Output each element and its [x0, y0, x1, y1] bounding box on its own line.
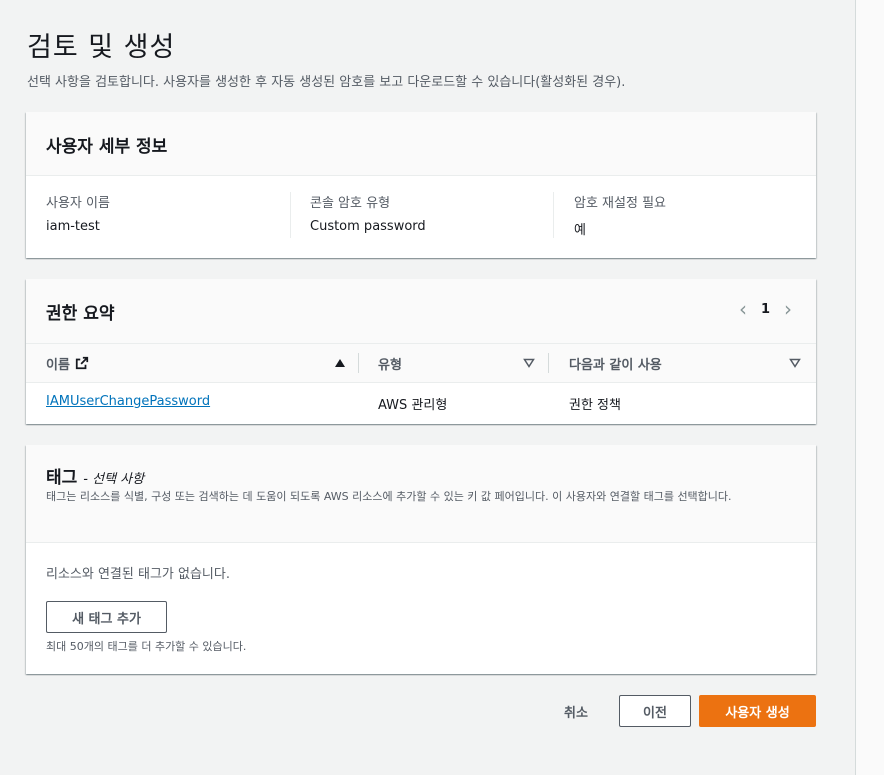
sort-descending-icon[interactable]	[789, 344, 801, 382]
detail-username: 사용자 이름 iam-test	[46, 192, 110, 240]
column-header-type[interactable]: 유형	[378, 344, 402, 382]
policy-link[interactable]: IAMUserChangePassword	[46, 394, 210, 409]
user-details-title: 사용자 세부 정보	[46, 137, 168, 157]
tags-header: 태그 - 선택 사항 태그는 리소스를 식별, 구성 또는 검색하는 데 도움이…	[26, 445, 816, 543]
detail-label: 사용자 이름	[46, 196, 110, 211]
page-title: 검토 및 생성	[27, 32, 176, 63]
table-header: 이름 유형 다음과 같이 사용	[26, 343, 816, 383]
column-header-label: 다음과 같이 사용	[569, 357, 662, 373]
detail-value: 예	[574, 223, 586, 238]
sort-descending-icon[interactable]	[523, 344, 535, 382]
policy-name-cell: IAMUserChangePassword	[46, 394, 210, 409]
policy-type-cell: AWS 관리형	[378, 398, 448, 413]
detail-label: 암호 재설정 필요	[574, 196, 666, 211]
user-details-header: 사용자 세부 정보	[26, 112, 816, 176]
detail-password-reset: 암호 재설정 필요 예	[574, 192, 666, 240]
policy-used-as-cell: 권한 정책	[569, 398, 621, 413]
tags-card: 태그 - 선택 사항 태그는 리소스를 식별, 구성 또는 검색하는 데 도움이…	[26, 445, 816, 674]
page-number[interactable]: 1	[761, 302, 770, 317]
column-header-label: 유형	[378, 357, 402, 373]
sort-ascending-icon[interactable]	[334, 344, 346, 382]
create-user-button[interactable]: 사용자 생성	[699, 695, 816, 727]
tags-empty-message: 리소스와 연결된 태그가 없습니다.	[46, 567, 230, 582]
column-header-used-as[interactable]: 다음과 같이 사용	[569, 344, 662, 382]
tags-limit-hint: 최대 50개의 태그를 더 추가할 수 있습니다.	[46, 640, 247, 653]
previous-button[interactable]: 이전	[619, 695, 691, 727]
column-divider	[553, 192, 554, 238]
chevron-left-icon[interactable]: ‹	[739, 299, 747, 319]
tags-optional-label: - 선택 사항	[83, 472, 145, 487]
column-header-label: 이름	[46, 357, 70, 373]
user-details-card: 사용자 세부 정보 사용자 이름 iam-test 콘솔 암호 유형 Custo…	[26, 112, 816, 258]
detail-password-type: 콘솔 암호 유형 Custom password	[310, 192, 426, 240]
add-tag-button[interactable]: 새 태그 추가	[46, 601, 167, 633]
permissions-header: 권한 요약 ‹ 1 › 이름 유형 다음과 같이 사용	[26, 279, 816, 383]
side-panel	[856, 0, 884, 775]
column-resizer[interactable]	[548, 353, 549, 373]
cancel-button[interactable]: 취소	[548, 695, 604, 727]
tags-title-row: 태그 - 선택 사항	[46, 463, 144, 488]
permissions-card: 권한 요약 ‹ 1 › 이름 유형 다음과 같이 사용 IAMUserChang…	[26, 279, 816, 424]
column-resizer[interactable]	[358, 353, 359, 373]
permissions-title: 권한 요약	[46, 304, 115, 324]
column-divider	[290, 192, 291, 238]
tags-description: 태그는 리소스를 식별, 구성 또는 검색하는 데 도움이 되도록 AWS 리소…	[46, 490, 732, 503]
page-description: 선택 사항을 검토합니다. 사용자를 생성한 후 자동 생성된 암호를 보고 다…	[27, 75, 626, 90]
detail-label: 콘솔 암호 유형	[310, 196, 391, 211]
external-link-icon	[75, 356, 89, 370]
pagination: ‹ 1 ›	[739, 299, 792, 319]
chevron-right-icon[interactable]: ›	[784, 299, 792, 319]
tags-title: 태그	[46, 468, 78, 488]
column-header-name[interactable]: 이름	[46, 344, 89, 382]
detail-value: Custom password	[310, 219, 426, 234]
detail-value: iam-test	[46, 219, 100, 234]
